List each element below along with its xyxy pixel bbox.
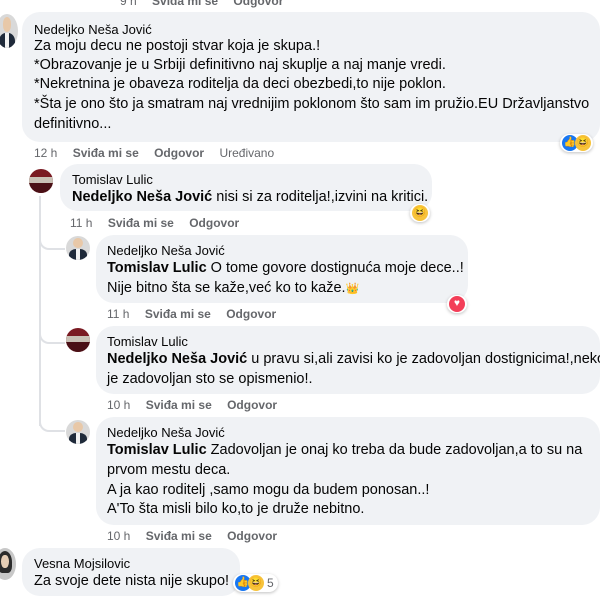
thread-connector — [39, 410, 65, 432]
mention-link[interactable]: Nedeljko Neša Jović — [107, 351, 247, 367]
comment-time[interactable]: 11 h — [70, 216, 92, 230]
haha-reaction-icon: 😆 — [248, 575, 264, 591]
comment-text: Nedeljko Neša Jović u pravu si,ali zavis… — [107, 350, 600, 369]
comment-actions: 10 h Sviđa mi se Odgovor — [107, 398, 289, 412]
edited-label[interactable]: Uređivano — [219, 146, 274, 160]
reaction-count: 5 — [267, 576, 274, 590]
comment-author[interactable]: Tomislav Lulic — [107, 334, 188, 349]
comment-author[interactable]: Nedeljko Neša Jović — [107, 243, 225, 258]
comment-time[interactable]: 12 h — [34, 146, 57, 160]
comment-line: prvom mestu deca. — [107, 462, 231, 478]
comment-line: definitivno... — [34, 116, 112, 132]
reply-button[interactable]: Odgovor — [189, 216, 239, 230]
comment-actions: 10 h Sviđa mi se Odgovor — [107, 529, 289, 543]
reactions-badge[interactable]: 😆 — [410, 204, 430, 222]
comment-body: u pravu si,ali zavisi ko je zadovoljan d… — [247, 351, 600, 367]
crown-emoji: 👑 — [345, 283, 360, 295]
like-button[interactable]: Sviđa mi se — [146, 398, 212, 412]
comment-time[interactable]: 10 h — [107, 529, 130, 543]
comment-text: Tomislav Lulic Zadovoljan je onaj ko tre… — [107, 441, 582, 460]
comment-actions: 12 h Sviđa mi se Odgovor Uređivano — [34, 146, 286, 160]
reply-button[interactable]: Odgovor — [227, 398, 277, 412]
comment-text: Tomislav Lulic O tome govore dostignuća … — [107, 259, 464, 278]
comment-text: Nedeljko Neša Jović nisi si za roditelja… — [72, 188, 428, 207]
comment-time[interactable]: 11 h — [107, 307, 129, 321]
thread-connector — [39, 228, 65, 250]
haha-reaction-icon: 😆 — [575, 135, 591, 151]
avatar[interactable] — [66, 420, 90, 444]
reactions-badge[interactable]: 👍 😆 — [560, 134, 593, 152]
avatar[interactable] — [0, 14, 18, 48]
avatar[interactable] — [0, 548, 16, 580]
like-button[interactable]: Sviđa mi se — [145, 307, 211, 321]
comment-line: Nije bitno šta se kaže,već ko to kaže.👑 — [107, 279, 359, 299]
avatar[interactable] — [29, 169, 53, 193]
mention-link[interactable]: Tomislav Lulic — [107, 442, 207, 458]
reply-button[interactable]: Odgovor — [226, 307, 276, 321]
comment-actions: 11 h Sviđa mi se Odgovor — [107, 307, 288, 321]
comment-actions: 11 h Sviđa mi se Odgovor — [70, 216, 251, 230]
comment-body: Nije bitno šta se kaže,već ko to kaže. — [107, 280, 346, 296]
reply-button[interactable]: Odgovor — [233, 0, 283, 8]
love-reaction-icon: ♥ — [449, 296, 465, 312]
comment-author[interactable]: Tomislav Lulic — [72, 172, 153, 187]
thread-connector — [39, 322, 65, 344]
comment-line: *Šta je ono što ja smatram naj vrednijim… — [34, 96, 590, 112]
like-button[interactable]: Sviđa mi se — [146, 529, 212, 543]
comment-author[interactable]: Vesna Mojsilovic — [34, 556, 130, 571]
haha-reaction-icon: 😆 — [412, 205, 428, 221]
comment-author[interactable]: Nedeljko Neša Jović — [107, 425, 225, 440]
avatar[interactable] — [66, 328, 90, 352]
comment-line: je zadovoljan sto se opismenio!. — [107, 371, 313, 387]
comment-body: Zadovoljan je onaj ko treba da bude zado… — [206, 442, 583, 458]
comment-line: *Nekretnina je obaveza roditelja da deci… — [34, 76, 446, 92]
reply-button[interactable]: Odgovor — [154, 146, 204, 160]
avatar[interactable] — [66, 236, 90, 260]
like-button[interactable]: Sviđa mi se — [108, 216, 174, 230]
comment-line: A ja kao roditelj ,samo mogu da budem po… — [107, 482, 430, 498]
reactions-badge[interactable]: 👍 😆 5 — [233, 574, 278, 592]
comment-text: Za svoje dete nista nije skupo! — [34, 573, 230, 589]
comment-time[interactable]: 10 h — [107, 398, 130, 412]
mention-link[interactable]: Nedeljko Neša Jović — [72, 189, 212, 205]
comment-time: 9 h — [120, 0, 137, 8]
reply-button[interactable]: Odgovor — [227, 529, 277, 543]
mention-link[interactable]: Tomislav Lulic — [107, 260, 207, 276]
comment-line: A'To šta misli bilo ko,to je druže nebit… — [107, 501, 365, 517]
like-button[interactable]: Sviđa mi se — [73, 146, 139, 160]
comment-line: Za moju decu ne postoji stvar koja je sk… — [34, 38, 321, 54]
comment-body: nisi si za roditelja!,izvini na kritici. — [212, 189, 429, 205]
like-button[interactable]: Sviđa mi se — [152, 0, 218, 8]
comment-line: *Obrazovanje je u Srbiji definitivno naj… — [34, 57, 446, 73]
comment-author[interactable]: Nedeljko Neša Jović — [34, 22, 152, 37]
comment-body: O tome govore dostignuća moje dece..! — [206, 260, 464, 276]
reactions-badge[interactable]: ♥ — [447, 295, 467, 313]
top-comment-actions: 9 h Sviđa mi se Odgovor — [120, 0, 295, 8]
